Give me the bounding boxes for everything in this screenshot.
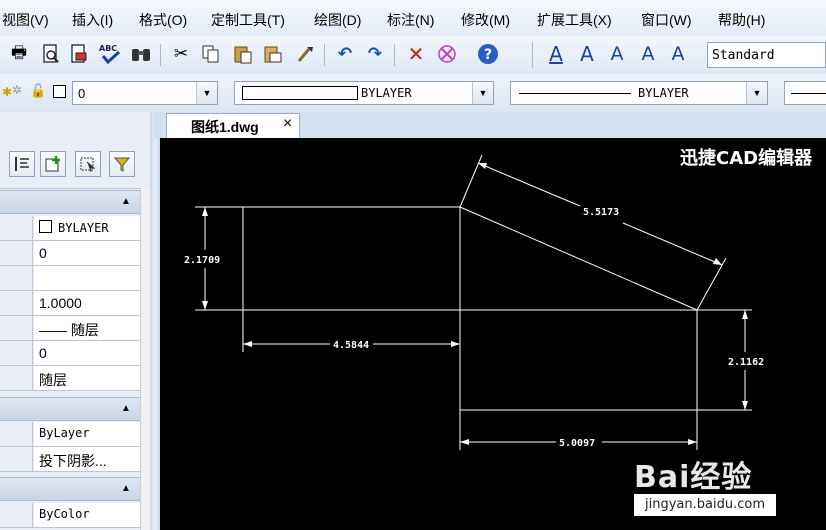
drawing-svg: 2.1709 4.5844 5.5173 2.1162 5.0097 (184, 154, 764, 450)
dimension-arrow (713, 258, 722, 265)
dimension-arrow (243, 341, 252, 347)
dimension-text: 5.0097 (559, 438, 595, 449)
dimension-line (477, 162, 581, 207)
baidu-watermark: Bai经验 jingyan.baidu.com (634, 452, 776, 522)
dimension-arrow (451, 341, 460, 347)
baidu-url: jingyan.baidu.com (634, 494, 776, 516)
dimension-text: 5.5173 (583, 207, 619, 218)
geometry-line (459, 206, 698, 311)
dimension-arrow (688, 439, 697, 445)
app-watermark-title: 迅捷CAD编辑器 (680, 148, 813, 169)
extension-line (696, 257, 727, 311)
dimension-line (622, 222, 723, 266)
dimension-arrow (742, 401, 748, 410)
dimension-arrow (202, 301, 208, 310)
dimension-arrow (742, 310, 748, 319)
baidu-logo: Bai经验 (634, 460, 753, 495)
dimension-arrow (202, 207, 208, 216)
dimension-text: 2.1162 (728, 357, 764, 368)
dimension-arrow (460, 439, 469, 445)
dimension-text: 4.5844 (333, 340, 369, 351)
dimension-arrow (478, 163, 487, 169)
dimension-text: 2.1709 (184, 255, 220, 266)
